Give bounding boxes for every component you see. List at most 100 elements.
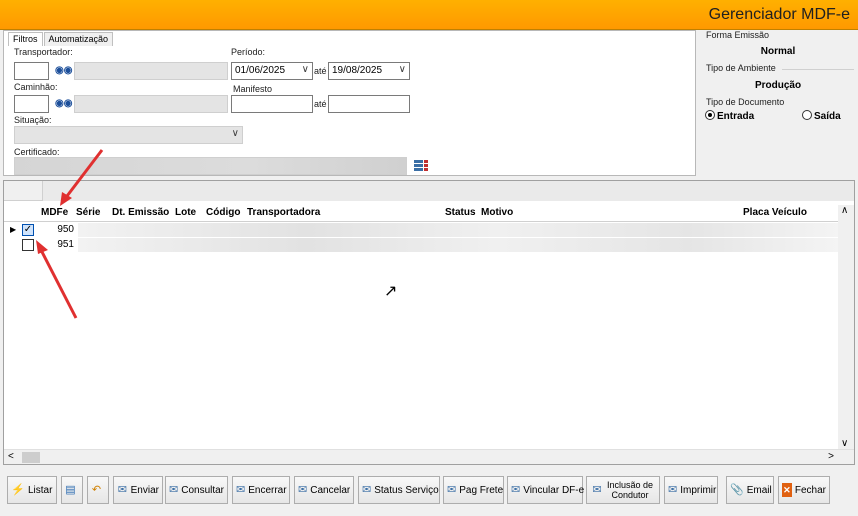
redacted-row-data	[78, 223, 840, 237]
pag-frete-button[interactable]: ✉ Pag Frete	[443, 476, 504, 504]
link-icon: ✉	[511, 484, 521, 496]
print-icon: ✉	[668, 484, 678, 496]
status-icon: ✉	[362, 484, 372, 496]
caminhao-code-input[interactable]	[14, 95, 49, 113]
tipo-ambiente-label: Tipo de Ambiente	[706, 63, 776, 73]
options-panel: Forma Emissão Normal Tipo de Ambiente Pr…	[698, 30, 858, 176]
col-motivo[interactable]: Motivo	[481, 207, 513, 218]
cancel-icon: ✉	[298, 484, 308, 496]
col-placa-veiculo[interactable]: Placa Veículo	[743, 207, 807, 218]
col-status[interactable]: Status	[445, 207, 476, 218]
tab-filtros[interactable]: Filtros	[8, 32, 43, 46]
periodo-inicio-picker[interactable]: 01/06/2025 ∨	[231, 62, 313, 80]
col-transportadora[interactable]: Transportadora	[247, 207, 320, 218]
radio-selected-icon	[705, 110, 715, 120]
filters-panel: Filtros Automatização Transportador: ◉◉ …	[3, 30, 696, 176]
horizontal-scrollbar[interactable]: < >	[4, 449, 854, 464]
vincular-dfe-button[interactable]: ✉ Vincular DF-e	[507, 476, 584, 504]
title-bar: Gerenciador MDF-e	[0, 0, 858, 30]
binoculars-icon[interactable]: ◉◉	[55, 65, 72, 77]
chevron-down-icon: ∨	[301, 64, 309, 75]
close-icon: ✕	[782, 483, 792, 497]
paperclip-icon: 📎	[730, 484, 744, 496]
certificado-field	[14, 157, 407, 175]
manifesto-fim-input[interactable]	[328, 95, 410, 113]
scroll-up-icon[interactable]: ∧	[841, 205, 848, 216]
consultar-button[interactable]: ✉ Consultar	[165, 476, 228, 504]
chevron-down-icon: ∨	[231, 128, 239, 139]
status-servico-button[interactable]: ✉ Status Serviço	[358, 476, 440, 504]
driver-icon: ✉	[592, 484, 602, 496]
enviar-button[interactable]: ✉ Enviar	[113, 476, 163, 504]
caminhao-label: Caminhão:	[14, 82, 58, 92]
situacao-select[interactable]: ∨	[14, 126, 243, 144]
table-row[interactable]: ▶ ✓ 950	[4, 223, 840, 237]
col-dt-emissao[interactable]: Dt. Emissão	[112, 207, 169, 218]
tab-automatizacao[interactable]: Automatização	[43, 32, 114, 46]
binoculars-icon[interactable]: ◉◉	[55, 98, 72, 110]
certificate-list-icon[interactable]	[414, 160, 428, 172]
freight-icon: ✉	[447, 484, 457, 496]
table-row[interactable]: 951	[4, 238, 840, 252]
radio-saida[interactable]: Saída	[802, 110, 841, 122]
ate2-label: até	[314, 99, 327, 109]
tipo-documento-label: Tipo de Documento	[706, 97, 785, 107]
document-icon: ▤	[65, 484, 76, 496]
periodo-fim-picker[interactable]: 19/08/2025 ∨	[328, 62, 410, 80]
chevron-down-icon: ∨	[398, 64, 406, 75]
forma-emissao-value: Normal	[760, 46, 796, 57]
send-icon: ✉	[117, 484, 127, 496]
caminhao-name-field	[74, 95, 228, 113]
undo-icon: ↶	[91, 484, 102, 496]
mdfe-number: 951	[57, 239, 74, 250]
certificado-label: Certificado:	[14, 147, 60, 157]
saida-label: Saída	[814, 111, 841, 122]
vertical-scrollbar[interactable]: ∧ ∨	[838, 205, 854, 449]
tipo-ambiente-value: Produção	[754, 80, 802, 91]
imprimir-button[interactable]: ✉ Imprimir	[664, 476, 718, 504]
col-lote[interactable]: Lote	[175, 207, 196, 218]
window-title: Gerenciador MDF-e	[708, 6, 850, 23]
mdfe-grid: MDFe Série Dt. Emissão Lote Código Trans…	[3, 180, 855, 465]
col-serie[interactable]: Série	[76, 207, 100, 218]
lightning-icon: ⚡	[11, 484, 25, 496]
undo-button[interactable]: ↶	[87, 476, 109, 504]
document-button[interactable]: ▤	[61, 476, 83, 504]
ate-label: até	[314, 66, 327, 76]
scroll-right-icon[interactable]: >	[828, 451, 834, 462]
periodo-fim-value: 19/08/2025	[332, 65, 383, 76]
redacted-row-data	[78, 238, 840, 252]
close-doc-icon: ✉	[236, 484, 246, 496]
fechar-button[interactable]: ✕ Fechar	[778, 476, 830, 504]
mouse-cursor-icon: ↗	[384, 283, 398, 300]
scroll-thumb[interactable]	[22, 452, 40, 463]
cancelar-button[interactable]: ✉ Cancelar	[294, 476, 354, 504]
divider	[782, 69, 854, 70]
filter-tabs: Filtros Automatização	[8, 32, 114, 46]
scroll-left-icon[interactable]: <	[8, 451, 14, 462]
query-icon: ✉	[169, 484, 179, 496]
transportador-label: Transportador:	[14, 47, 73, 57]
email-button[interactable]: 📎 Email	[726, 476, 774, 504]
transportador-code-input[interactable]	[14, 62, 49, 80]
forma-emissao-label: Forma Emissão	[706, 30, 770, 40]
periodo-label: Período:	[231, 47, 266, 57]
radio-empty-icon	[802, 110, 812, 120]
manifesto-inicio-input[interactable]	[231, 95, 313, 113]
transportador-name-field	[74, 62, 228, 80]
listar-button[interactable]: ⚡ Listar	[7, 476, 57, 504]
inclusao-condutor-button[interactable]: ✉ Inclusão de Condutor	[586, 476, 660, 504]
entrada-label: Entrada	[717, 111, 755, 122]
periodo-inicio-value: 01/06/2025	[235, 65, 286, 76]
grid-header: MDFe Série Dt. Emissão Lote Código Trans…	[4, 205, 840, 222]
row-checkbox[interactable]	[22, 239, 34, 251]
encerrar-button[interactable]: ✉ Encerrar	[232, 476, 290, 504]
manifesto-label: Manifesto	[233, 84, 273, 94]
col-codigo[interactable]: Código	[206, 207, 240, 218]
group-panel	[4, 181, 854, 201]
radio-entrada[interactable]: Entrada	[705, 110, 754, 122]
col-mdfe[interactable]: MDFe	[41, 207, 68, 218]
scroll-down-icon[interactable]: ∨	[841, 438, 848, 449]
action-toolbar: ⚡ Listar ▤ ↶ ✉ Enviar ✉ Consultar ✉ Encerrar…	[3, 474, 855, 506]
row-checkbox[interactable]: ✓	[22, 224, 34, 236]
